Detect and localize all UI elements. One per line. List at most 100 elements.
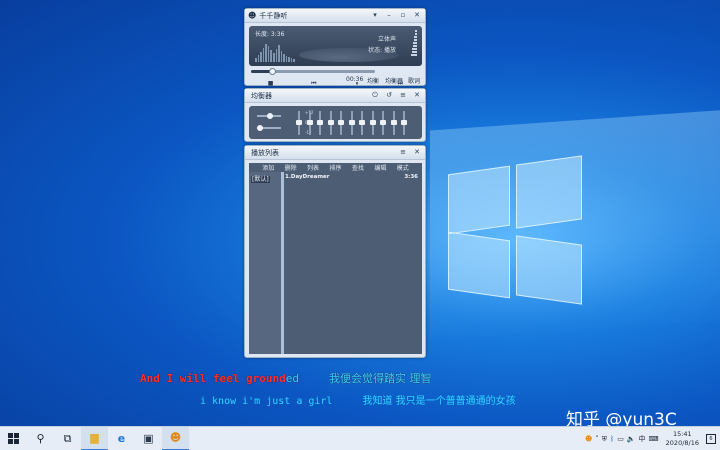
menu-edit[interactable]: 编辑 bbox=[374, 163, 386, 172]
edge-icon[interactable]: e bbox=[108, 427, 135, 450]
eq-titlebar[interactable]: 均衡器 ⏻ ↺ ≡ ✕ bbox=[245, 89, 425, 103]
lyric-unsung: ed bbox=[285, 372, 299, 385]
store-icon[interactable]: ▣ bbox=[135, 427, 162, 450]
surround-slider[interactable] bbox=[257, 125, 281, 131]
eq-band-knob[interactable] bbox=[327, 120, 334, 125]
keyboard-icon[interactable]: ⌨ bbox=[649, 435, 659, 443]
power-icon[interactable]: ⏻ bbox=[369, 90, 381, 101]
eq-band-knob[interactable] bbox=[338, 120, 344, 125]
clock-time: 15:41 bbox=[672, 430, 692, 438]
progress-bar[interactable] bbox=[251, 68, 375, 75]
ttplayer-taskbar-icon[interactable]: ☻ bbox=[162, 426, 189, 450]
eq-band-knob[interactable] bbox=[317, 120, 323, 125]
eq-band-knob[interactable] bbox=[296, 120, 302, 125]
menu-mode[interactable]: 模式 bbox=[397, 163, 409, 172]
menu-delete[interactable]: 删除 bbox=[285, 163, 297, 172]
lyric-translation-2: 我知道 我只是一个普普通通的女孩 bbox=[362, 396, 516, 407]
stereo-label: 立体声 bbox=[377, 36, 396, 43]
eq-band-slider[interactable] bbox=[317, 111, 323, 135]
minimize-button[interactable]: – bbox=[383, 10, 395, 21]
volume-meter[interactable] bbox=[411, 30, 417, 60]
eq-band-slider[interactable] bbox=[306, 111, 313, 135]
lyric-line-1: And I will feel grounded 我便会觉得踏实 理智 bbox=[140, 370, 431, 386]
eq-band-knob[interactable] bbox=[390, 120, 397, 125]
track-duration: 3:36 bbox=[404, 174, 418, 180]
volume-level bbox=[411, 51, 417, 53]
shield-icon[interactable]: ⛨ bbox=[602, 435, 607, 444]
progress-knob[interactable] bbox=[269, 68, 277, 75]
close-button[interactable]: ✕ bbox=[411, 10, 423, 21]
eq-title: 均衡器 bbox=[251, 91, 272, 100]
eq-band-slider[interactable] bbox=[359, 111, 365, 135]
eq-band-slider[interactable] bbox=[327, 111, 334, 135]
playlist-title: 播放列表 bbox=[251, 148, 279, 157]
menu-list[interactable]: 列表 bbox=[307, 163, 319, 172]
volume-level bbox=[412, 48, 417, 50]
menu-find[interactable]: 查找 bbox=[352, 163, 364, 172]
volume-level bbox=[411, 54, 417, 56]
spectrum-bar bbox=[262, 48, 265, 62]
close-icon[interactable]: ✕ bbox=[411, 147, 423, 158]
clock[interactable]: 15:41 2020/8/16 bbox=[666, 430, 699, 448]
spectrum-bar bbox=[255, 58, 257, 62]
spectrum-bar bbox=[267, 46, 270, 62]
lyric-translation-1: 我便会觉得踏实 理智 bbox=[328, 372, 432, 385]
playlist-titlebar[interactable]: 播放列表 ≡ ✕ bbox=[245, 146, 425, 160]
spectrum-bar bbox=[288, 57, 290, 62]
task-view-icon[interactable]: ⧉ bbox=[54, 427, 81, 450]
volume-level bbox=[413, 39, 417, 41]
menu-icon[interactable]: ≡ bbox=[397, 147, 409, 158]
volume-icon[interactable]: 🔈 bbox=[627, 435, 636, 443]
bluetooth-icon[interactable]: ᛒ bbox=[610, 435, 614, 443]
eq-band-knob[interactable] bbox=[306, 120, 313, 125]
eq-band-knob[interactable] bbox=[369, 120, 376, 125]
restore-button[interactable]: ▫ bbox=[397, 10, 409, 21]
clock-date: 2020/8/16 bbox=[665, 439, 699, 447]
menu-sort[interactable]: 排序 bbox=[329, 163, 341, 172]
menu-icon[interactable]: ≡ bbox=[397, 90, 409, 101]
file-explorer-icon[interactable]: ▆ bbox=[81, 426, 108, 450]
spectrum-bar bbox=[278, 45, 280, 62]
close-icon[interactable]: ✕ bbox=[411, 90, 423, 101]
lyric-line-2: i know i'm just a girl 我知道 我只是一个普普通通的女孩 bbox=[200, 392, 516, 407]
eq-band-knob[interactable] bbox=[348, 120, 355, 125]
eq-band-slider[interactable] bbox=[369, 111, 376, 135]
playlist-divider[interactable] bbox=[281, 172, 284, 354]
spectrum-bar bbox=[272, 53, 275, 62]
eq-band-slider[interactable] bbox=[390, 111, 397, 135]
reset-icon[interactable]: ↺ bbox=[383, 90, 395, 101]
eq-band-slider[interactable] bbox=[380, 111, 386, 135]
spectrum-bar bbox=[290, 58, 293, 62]
eq-band-slider[interactable] bbox=[401, 111, 407, 135]
eq-band-knob[interactable] bbox=[380, 120, 386, 125]
eq-band-slider[interactable] bbox=[348, 111, 355, 135]
start-button[interactable] bbox=[0, 427, 27, 450]
search-icon[interactable]: ⚲ bbox=[27, 427, 54, 450]
ttplayer-tray-icon[interactable]: ☻ bbox=[585, 435, 592, 443]
menu-add[interactable]: 添加 bbox=[262, 163, 274, 172]
eq-preamp-slider[interactable] bbox=[296, 111, 302, 135]
settings-icon[interactable]: ▾ bbox=[369, 10, 381, 21]
ime-indicator[interactable]: 中 bbox=[639, 434, 646, 444]
chevron-up-icon[interactable]: ˄ bbox=[595, 435, 599, 443]
lyric-sung: And I will feel ground bbox=[140, 372, 286, 385]
notification-count: 6 bbox=[709, 436, 713, 442]
player-titlebar[interactable]: ☻ 千千静听 ▾ – ▫ ✕ bbox=[245, 9, 425, 23]
volume-level bbox=[413, 42, 417, 44]
lyric-en-2: i know i'm just a girl bbox=[200, 396, 333, 407]
notification-icon[interactable]: 6 bbox=[706, 434, 716, 444]
spectrum-visualizer bbox=[255, 40, 295, 62]
folder-icon[interactable]: ▭ bbox=[617, 435, 624, 443]
list-default[interactable]: [默认] bbox=[251, 176, 270, 183]
eq-band-knob[interactable] bbox=[359, 120, 365, 125]
eq-band-knob[interactable] bbox=[401, 120, 407, 125]
player-display: 长度: 3:36 立体声 状态: 播放 bbox=[249, 26, 422, 66]
volume-level bbox=[414, 33, 417, 35]
length-label: 长度: 3:36 bbox=[255, 31, 285, 38]
playlist-window: 播放列表 ≡ ✕ 添加 删除 列表 排序 查找 编辑 模式 [默认] 1.Day… bbox=[244, 145, 426, 358]
equalizer-window: 均衡器 ⏻ ↺ ≡ ✕ +12 0 -12 bbox=[244, 88, 426, 142]
balance-slider[interactable] bbox=[257, 113, 281, 119]
spectrum-bar bbox=[280, 51, 283, 62]
eq-band-slider[interactable] bbox=[338, 111, 344, 135]
list-item[interactable]: 1.DayDreamer 3:36 bbox=[285, 174, 418, 182]
